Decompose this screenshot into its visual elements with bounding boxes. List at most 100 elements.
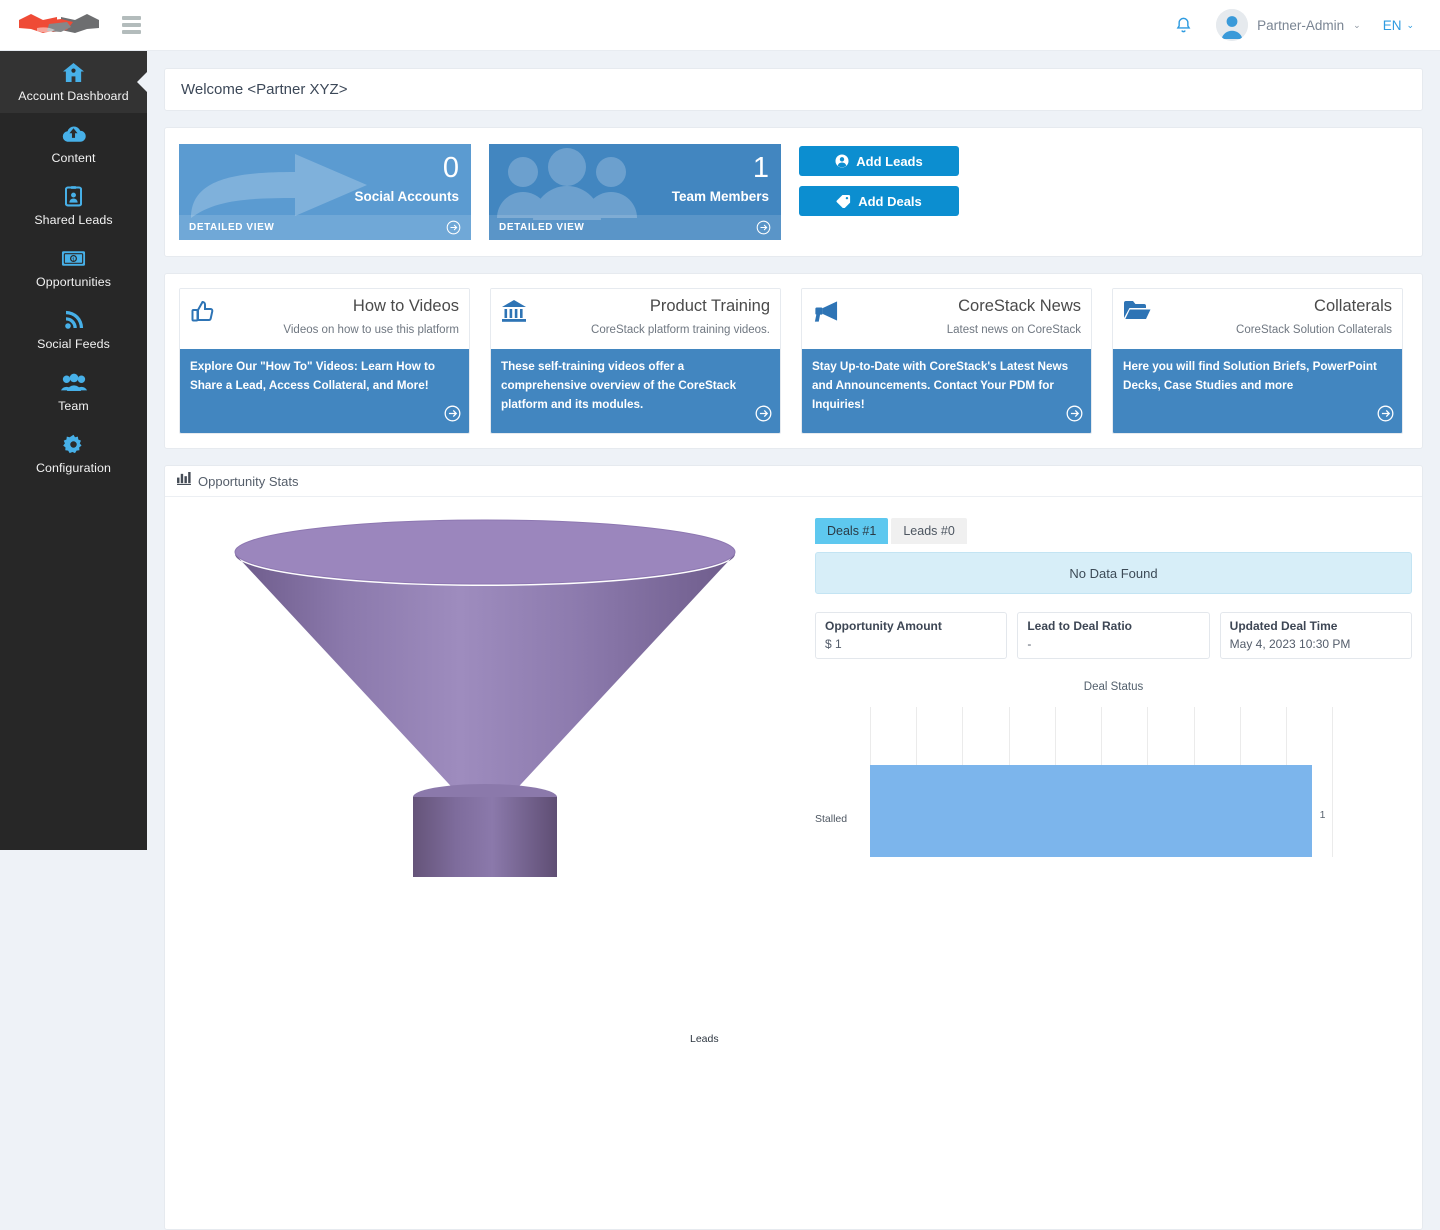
- sidebar-item-label: Account Dashboard: [18, 89, 129, 103]
- metric-label: Lead to Deal Ratio: [1027, 619, 1133, 633]
- tile-footer-label: DETAILED VIEW: [499, 222, 585, 233]
- tile-footer-label: DETAILED VIEW: [189, 222, 275, 233]
- language-selector[interactable]: EN ⌄: [1383, 18, 1414, 33]
- card-subtitle: Latest news on CoreStack: [946, 324, 1081, 337]
- quick-actions: Add Leads Add Deals: [799, 144, 959, 216]
- sidebar-item-opportunities[interactable]: 1 Opportunities: [0, 237, 147, 299]
- sidebar-item-social-feeds[interactable]: Social Feeds: [0, 299, 147, 361]
- metrics-row: Opportunity Amount $ 1 Lead to Deal Rati…: [815, 612, 1412, 659]
- tile-label: Social Accounts: [354, 189, 459, 204]
- add-leads-label: Add Leads: [856, 153, 923, 169]
- tile-label: Team Members: [671, 189, 769, 204]
- folder-open-icon: [1123, 299, 1151, 326]
- tile-value: 0: [442, 152, 459, 184]
- card-header: How to Videos Videos on how to use this …: [180, 289, 469, 349]
- stats-title: Opportunity Stats: [198, 473, 299, 489]
- metric-value: $ 1: [825, 637, 842, 651]
- card-subtitle: Videos on how to use this platform: [283, 324, 459, 337]
- tag-icon: [836, 195, 851, 208]
- card-title: CoreStack News: [958, 297, 1081, 315]
- opportunity-stats-panel: Opportunity Stats Leads Deals #1 Leads #…: [164, 465, 1423, 1230]
- tile-team-members[interactable]: 1 Team Members DETAILED VIEW: [489, 144, 781, 240]
- sidebar-item-team[interactable]: Team: [0, 361, 147, 423]
- welcome-banner: Welcome <Partner XYZ>: [164, 68, 1423, 111]
- user-name-label: Partner-Admin: [1257, 17, 1345, 33]
- metric-updated-deal-time: Updated Deal Time May 4, 2023 10:30 PM: [1219, 612, 1412, 659]
- language-label: EN: [1382, 17, 1402, 33]
- metric-label: Updated Deal Time: [1229, 619, 1338, 633]
- home-icon: [62, 61, 85, 83]
- arrow-circle-right-icon[interactable]: [1066, 405, 1083, 427]
- bar-category-label: Stalled: [815, 813, 848, 825]
- avatar: [1216, 9, 1249, 41]
- svg-text:1: 1: [72, 257, 75, 263]
- card-description: Stay Up-to-Date with CoreStack's Latest …: [812, 360, 1069, 411]
- card-header: CoreStack News Latest news on CoreStack: [802, 289, 1091, 349]
- arrow-circle-right-icon[interactable]: [755, 405, 772, 427]
- sidebar-item-label: Content: [51, 151, 96, 165]
- card-description: Here you will find Solution Briefs, Powe…: [1123, 360, 1377, 392]
- welcome-text: Welcome <Partner XYZ>: [181, 81, 348, 98]
- metric-opportunity-amount: Opportunity Amount $ 1: [815, 612, 1008, 659]
- add-leads-button[interactable]: Add Leads: [799, 146, 959, 176]
- add-deals-label: Add Deals: [858, 193, 922, 209]
- top-header-bar: Partner-Admin ⌄ EN ⌄: [0, 0, 1440, 51]
- id-card-icon: [65, 185, 82, 207]
- card-body: Here you will find Solution Briefs, Powe…: [1113, 349, 1402, 433]
- tile-value: 1: [752, 152, 769, 184]
- card-header: Product Training CoreStack platform trai…: [491, 289, 780, 349]
- tab-leads[interactable]: Leads #0: [891, 518, 967, 544]
- metric-lead-to-deal-ratio: Lead to Deal Ratio -: [1017, 612, 1210, 659]
- bar-value-label: 1: [1319, 809, 1326, 821]
- bank-icon: [501, 299, 527, 328]
- chevron-down-icon: ⌄: [1406, 19, 1414, 30]
- card-description: Explore Our "How To" Videos: Learn How t…: [190, 360, 436, 392]
- sidebar-item-label: Social Feeds: [37, 337, 110, 351]
- deal-status-chart-title: Deal Status: [1083, 681, 1144, 693]
- deal-status-bar-chart: Stalled 1: [815, 707, 1412, 857]
- card-how-to-videos[interactable]: How to Videos Videos on how to use this …: [179, 288, 470, 434]
- sidebar-item-shared-leads[interactable]: Shared Leads: [0, 175, 147, 237]
- funnel-chart-svg: [234, 519, 736, 877]
- card-body: Explore Our "How To" Videos: Learn How t…: [180, 349, 469, 433]
- card-product-training[interactable]: Product Training CoreStack platform trai…: [490, 288, 781, 434]
- card-collaterals[interactable]: Collaterals CoreStack Solution Collatera…: [1112, 288, 1403, 434]
- tab-deals[interactable]: Deals #1: [815, 518, 889, 544]
- deals-leads-column: Deals #1 Leads #0 No Data Found Opportun…: [805, 497, 1422, 877]
- funnel-stage-label: Leads: [690, 1033, 719, 1045]
- user-avatar-icon: [1216, 9, 1249, 41]
- bell-icon[interactable]: [1172, 14, 1194, 36]
- sidebar-item-label: Shared Leads: [34, 213, 113, 227]
- user-menu[interactable]: Partner-Admin ⌄: [1216, 9, 1361, 41]
- sidebar-item-label: Opportunities: [36, 275, 111, 289]
- arrow-circle-right-icon[interactable]: [1377, 405, 1394, 427]
- bar-stalled[interactable]: [870, 765, 1312, 857]
- bar-chart-icon: [177, 472, 191, 490]
- users-group-icon: [497, 148, 637, 220]
- hamburger-icon[interactable]: [118, 12, 145, 38]
- arrow-circle-right-icon: [756, 220, 771, 235]
- tile-social-accounts[interactable]: 0 Social Accounts DETAILED VIEW: [179, 144, 471, 240]
- tile-detailed-view-link[interactable]: DETAILED VIEW: [179, 215, 471, 240]
- add-deals-button[interactable]: Add Deals: [799, 186, 959, 216]
- card-body: These self-training videos offer a compr…: [491, 349, 780, 433]
- info-cards-panel: How to Videos Videos on how to use this …: [164, 273, 1423, 449]
- users-icon: [60, 371, 87, 393]
- sidebar-item-configuration[interactable]: Configuration: [0, 423, 147, 485]
- sidebar-item-content[interactable]: Content: [0, 113, 147, 175]
- metric-value: -: [1027, 637, 1032, 651]
- summary-tiles-panel: 0 Social Accounts DETAILED VIEW 1 Team M…: [164, 127, 1423, 257]
- money-bill-icon: 1: [61, 247, 86, 269]
- user-circle-icon: [835, 154, 849, 168]
- app-logo[interactable]: [0, 8, 118, 42]
- bell-glyph: [1176, 17, 1190, 32]
- tile-detailed-view-link[interactable]: DETAILED VIEW: [489, 215, 781, 240]
- hamburger-bar: [122, 30, 141, 34]
- sidebar-item-label: Configuration: [35, 461, 111, 475]
- main-content: Welcome <Partner XYZ> 0 Social Accounts …: [147, 51, 1440, 1230]
- card-title: How to Videos: [352, 297, 459, 315]
- no-data-message: No Data Found: [815, 552, 1412, 594]
- arrow-circle-right-icon[interactable]: [444, 405, 461, 427]
- sidebar-item-account-dashboard[interactable]: Account Dashboard: [0, 51, 147, 113]
- card-corestack-news[interactable]: CoreStack News Latest news on CoreStack …: [801, 288, 1092, 434]
